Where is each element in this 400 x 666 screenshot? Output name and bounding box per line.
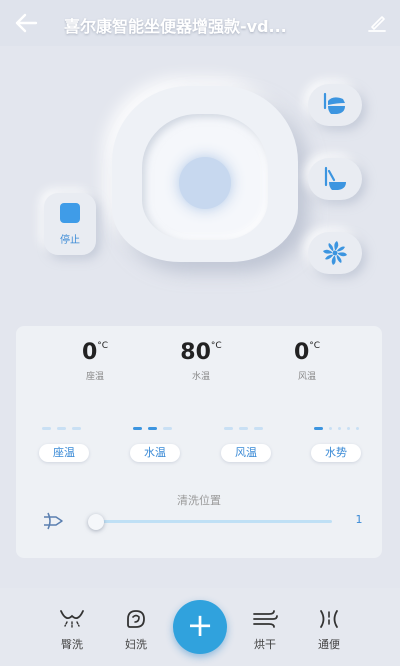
nozzle-position-icon <box>44 512 63 530</box>
toilet-illustration <box>112 86 298 262</box>
nav-label: 通便 <box>318 638 340 651</box>
reading-seat-temp: 0°C 座温 <box>60 340 130 382</box>
dry-icon <box>253 610 278 628</box>
level-segment <box>347 427 350 430</box>
level-segment <box>57 427 66 430</box>
level-segment <box>356 427 359 430</box>
reading-value: 0 <box>81 340 98 365</box>
pill-label: 风温 <box>235 446 257 459</box>
stop-label: 停止 <box>60 235 80 246</box>
nav-label: 妇洗 <box>125 638 147 651</box>
fan-button[interactable] <box>308 232 362 274</box>
level-segment <box>314 427 323 430</box>
level-indicator-water-temp <box>133 427 181 431</box>
seat-temp-button[interactable]: 座温 <box>39 444 89 462</box>
pill-label: 水温 <box>144 446 166 459</box>
stop-button[interactable]: 停止 <box>44 193 96 255</box>
reading-value: 0 <box>293 340 310 365</box>
lid-open-button[interactable] <box>308 84 362 126</box>
stop-icon <box>60 203 80 223</box>
wash-position-value: 1 <box>355 513 363 526</box>
level-segment <box>72 427 81 430</box>
level-segment <box>42 427 51 430</box>
reading-unit: °C <box>210 341 222 351</box>
lid-open-icon <box>323 92 345 114</box>
wash-position-slider-thumb[interactable] <box>88 514 104 530</box>
level-segment <box>224 427 233 430</box>
reading-air-temp: 0°C 风温 <box>272 340 342 382</box>
level-segment <box>148 427 157 430</box>
hip-wash-button[interactable]: 臀洗 <box>50 608 94 652</box>
pencil-icon[interactable] <box>366 12 388 34</box>
plus-icon: + <box>186 606 214 644</box>
level-segment <box>329 427 332 430</box>
fan-icon <box>323 241 347 265</box>
level-indicator-air-temp <box>224 427 272 431</box>
toilet-water <box>179 157 231 209</box>
reading-unit: °C <box>309 341 321 351</box>
level-segment <box>133 427 142 430</box>
feminine-wash-icon <box>127 610 145 628</box>
nav-label: 臀洗 <box>61 638 83 651</box>
level-indicator-water-pressure <box>314 427 362 431</box>
feminine-wash-button[interactable]: 妇洗 <box>114 608 158 652</box>
enema-button[interactable]: 通便 <box>307 608 351 652</box>
seat-open-button[interactable] <box>308 158 362 200</box>
level-segment <box>338 427 341 430</box>
control-panel: 0°C 座温 80°C 水温 0°C 风温 座温 水温 风温 水势 清洗位置 1 <box>16 326 382 558</box>
dry-button[interactable]: 烘干 <box>243 608 287 652</box>
air-temp-button[interactable]: 风温 <box>221 444 271 462</box>
wash-position-slider-track[interactable] <box>94 520 332 523</box>
level-indicator-seat-temp <box>42 427 90 431</box>
reading-unit: °C <box>97 341 109 351</box>
reading-label: 座温 <box>85 372 104 382</box>
water-temp-button[interactable]: 水温 <box>130 444 180 462</box>
header-bar: 喜尔康智能坐便器增强款-vd... <box>0 0 400 46</box>
reading-label: 风温 <box>297 372 316 382</box>
hip-wash-icon <box>60 610 84 628</box>
water-pressure-button[interactable]: 水势 <box>311 444 361 462</box>
level-segment <box>254 427 263 430</box>
add-button[interactable]: + <box>173 600 227 654</box>
enema-icon <box>320 610 338 628</box>
pill-label: 水势 <box>325 446 347 459</box>
reading-value: 80 <box>180 340 211 365</box>
seat-open-icon <box>324 166 346 190</box>
reading-water-temp: 80°C 水温 <box>166 340 236 382</box>
reading-label: 水温 <box>191 372 210 382</box>
bottom-nav: 臀洗 妇洗 + 烘干 通便 <box>0 588 400 666</box>
wash-position-label: 清洗位置 <box>177 494 221 507</box>
level-segment <box>163 427 172 430</box>
level-segment <box>239 427 248 430</box>
nav-label: 烘干 <box>254 638 276 651</box>
arrow-left-icon[interactable] <box>14 12 38 34</box>
pill-label: 座温 <box>53 446 75 459</box>
page-title: 喜尔康智能坐便器增强款-vd... <box>64 17 287 36</box>
